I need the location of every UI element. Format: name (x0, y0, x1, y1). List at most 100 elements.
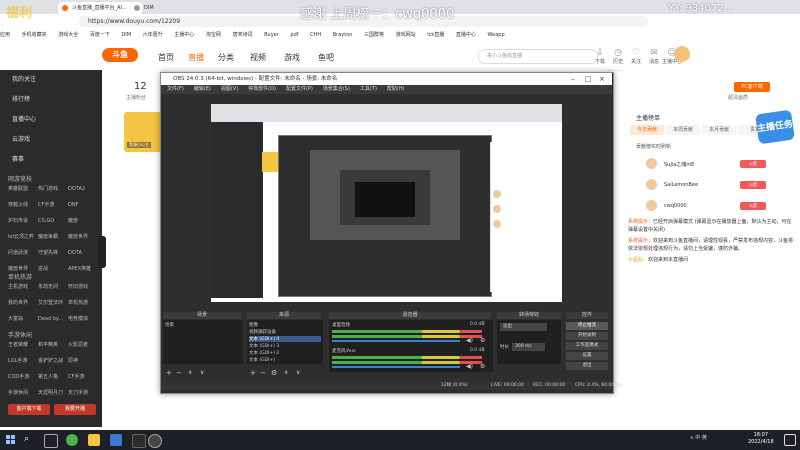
notification-icon[interactable] (784, 434, 796, 446)
client-download-button[interactable]: 客户端下载 (8, 404, 50, 415)
sidebar-category[interactable]: 穿越火线 (8, 200, 38, 211)
sidebar-category[interactable]: 王者荣耀 (8, 340, 38, 351)
mixer-gear-icon[interactable]: ⚙ (480, 337, 485, 344)
nav-video[interactable]: 视频 (250, 52, 266, 63)
start-recording-button[interactable]: 开始录制 (566, 332, 608, 340)
bookmark-item[interactable]: Brayton (333, 32, 353, 38)
sidebar-item-cloud-game[interactable]: 云游戏 (12, 134, 30, 143)
windows-start-icon[interactable] (6, 435, 16, 445)
sidebar-category[interactable]: COD手游 (8, 372, 38, 383)
obs-app-icon[interactable] (148, 434, 162, 448)
sidebar-category[interactable]: 艾尔登法环 (38, 298, 68, 309)
sidebar-category[interactable]: 魔兽 (68, 216, 98, 227)
source-up-icon[interactable]: ∧ (284, 369, 288, 376)
bookmark-item[interactable]: 游戏网站 (396, 32, 416, 38)
sidebar-category[interactable]: CS:GO (38, 216, 68, 227)
nav-home[interactable]: 首页 (158, 52, 174, 63)
source-add-icon[interactable]: + (250, 369, 256, 377)
bookmark-item[interactable]: 手机收藏夹 (22, 32, 47, 38)
bookmark-item[interactable]: 百度一下 (90, 32, 110, 38)
bookmark-item[interactable]: 三国群英 (364, 32, 384, 38)
speaker-icon[interactable]: ◀) (466, 337, 473, 344)
bookmark-item[interactable]: 唐宋诗词 (233, 32, 253, 38)
menu-edit[interactable]: 编辑(E) (194, 86, 211, 92)
sidebar-category[interactable]: 金铲铲之战 (38, 356, 68, 367)
bookmark-item[interactable]: lck直播 (427, 32, 444, 38)
sidebar-category[interactable]: DNF (68, 200, 98, 211)
start-streaming-button[interactable]: 我要开播 (54, 404, 96, 415)
sidebar-category[interactable]: 英雄联盟 (8, 184, 38, 195)
sidebar-category[interactable]: CF手游 (68, 372, 98, 383)
menu-profile[interactable]: 配置文件(P) (286, 86, 313, 92)
sidebar-category[interactable]: 逆战 (38, 264, 68, 275)
sidebar-category[interactable]: 主机游戏 (8, 282, 38, 293)
app-icon[interactable] (132, 434, 146, 448)
pc-client-badge[interactable]: PC客户端 (734, 82, 770, 92)
scene-item[interactable]: 场景 (165, 322, 241, 328)
bookmark-item[interactable]: CHH (310, 32, 321, 38)
studio-mode-button[interactable]: 工作室模式 (566, 342, 608, 350)
sidebar-item-follow[interactable]: 我的关注 (12, 74, 36, 83)
nav-games[interactable]: 游戏 (284, 52, 300, 63)
sidebar-category[interactable]: lol云顶之弈 (8, 232, 38, 243)
menu-tools[interactable]: 工具(T) (360, 86, 377, 92)
source-settings-gear-icon[interactable]: ⚙ (271, 369, 277, 377)
volume-slider[interactable] (332, 366, 460, 368)
menu-scene-collection[interactable]: 场景集合(S) (323, 86, 350, 92)
sidebar-category[interactable]: CF手游 (38, 200, 68, 211)
source-item[interactable]: 文本 (GDI+) 2 (249, 350, 321, 356)
transition-duration-input[interactable]: 300 ms (512, 343, 545, 351)
sidebar-category[interactable]: 魔兽争霸 (38, 232, 68, 243)
sidebar-category[interactable]: LOL手游 (8, 356, 38, 367)
sidebar-category[interactable]: 问道武侠 (8, 248, 38, 259)
source-down-icon[interactable]: ∨ (296, 369, 300, 376)
source-item[interactable]: 图像 (249, 322, 321, 328)
nav-yuba[interactable]: 鱼吧 (318, 52, 334, 63)
tab-today[interactable]: 今日贡献 (630, 125, 664, 135)
bookmark-item[interactable]: 应用 (0, 32, 10, 38)
bookmark-item[interactable]: Weapp (487, 32, 504, 38)
sidebar-category[interactable]: 天刀手游 (68, 388, 98, 399)
bookmark-item[interactable]: pdf (290, 32, 298, 38)
rank-row[interactable]: cwq0000 火箭 (636, 199, 786, 213)
sidebar-category[interactable]: 单机热游 (68, 298, 98, 309)
maximize-icon[interactable]: □ (585, 73, 592, 85)
bookmark-item[interactable]: 六年晋升 (143, 32, 163, 38)
menu-view[interactable]: 视图(V) (221, 86, 238, 92)
sidebar-category[interactable]: DOTA (68, 248, 98, 259)
source-remove-icon[interactable]: − (260, 369, 266, 377)
sidebar-category[interactable]: 我的世界 (8, 298, 38, 309)
taskbar-search-icon[interactable]: ⌕ (24, 434, 36, 446)
rank-row[interactable]: SaiLemonBee 火箭 (636, 178, 786, 192)
sidebar-category[interactable]: 和平精英 (38, 340, 68, 351)
sidebar-item-esports[interactable]: 赛事 (12, 154, 24, 163)
menu-help[interactable]: 帮助(H) (387, 86, 405, 92)
scene-remove-icon[interactable]: − (176, 369, 182, 377)
sidebar-category[interactable]: 原神 (68, 356, 98, 367)
sidebar-category[interactable]: DOTA2 (68, 184, 98, 195)
douyu-logo[interactable]: 斗鱼 (102, 48, 138, 62)
sidebar-item-live-center[interactable]: 直播中心 (12, 114, 36, 123)
close-icon[interactable]: × (599, 73, 605, 85)
source-item[interactable]: 文本 (GDI+) (249, 357, 321, 363)
streamer-task-badge[interactable]: 主播任务 (755, 109, 795, 145)
bookmark-item[interactable]: DIM (121, 32, 131, 38)
exit-button[interactable]: 退出 (566, 362, 608, 370)
sidebar-category[interactable]: 火影忍者 (68, 340, 98, 351)
sidebar-category[interactable]: 魔兽世界 (68, 232, 98, 243)
task-view-icon[interactable] (44, 434, 58, 448)
sidebar-category[interactable]: Dead by... (38, 314, 68, 325)
volume-slider[interactable] (332, 340, 460, 342)
tab-month[interactable]: 本月贡献 (702, 125, 736, 135)
bookmark-item[interactable]: 游戏大全 (58, 32, 78, 38)
bookmark-item[interactable]: 直播中心 (456, 32, 476, 38)
tab-week[interactable]: 本周贡献 (666, 125, 700, 135)
speaker-icon[interactable]: ◀) (466, 363, 473, 370)
bookmark-item[interactable]: 淘宝网 (206, 32, 221, 38)
sidebar-item-rank[interactable]: 排行榜 (12, 94, 30, 103)
sidebar-category[interactable]: 第五人格 (38, 372, 68, 383)
nav-category[interactable]: 分类 (218, 52, 234, 63)
sidebar-category[interactable]: 热门游戏 (38, 184, 68, 195)
browser-tab-dim[interactable]: DIM (130, 2, 204, 14)
scene-up-icon[interactable]: ∧ (188, 369, 192, 376)
